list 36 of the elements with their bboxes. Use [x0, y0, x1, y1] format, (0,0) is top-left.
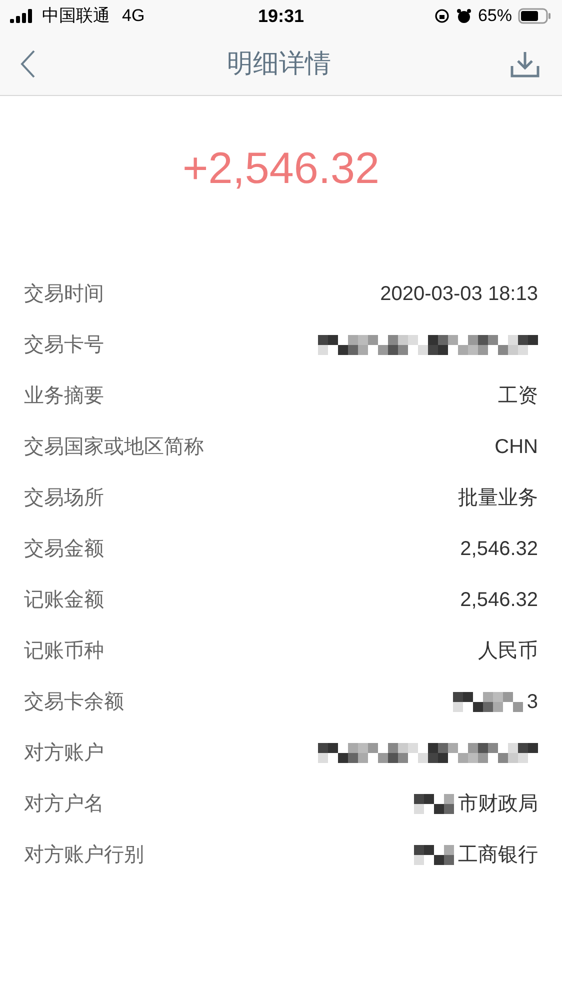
- amount-value: +2,546.32: [182, 143, 380, 195]
- field-value: 2020-03-03 18:13: [380, 282, 538, 306]
- field-value: 批量业务: [458, 486, 538, 510]
- field-label: 业务摘要: [24, 384, 104, 408]
- download-icon: [510, 50, 540, 78]
- battery-icon: [518, 8, 552, 24]
- field-label: 对方账户行别: [24, 842, 144, 868]
- mosaic-drawing: [414, 794, 454, 814]
- mosaic-drawing: [452, 692, 523, 712]
- field-label: 记账金额: [24, 588, 104, 612]
- network-label: 4G: [122, 5, 145, 28]
- field-label: 对方账户: [24, 740, 104, 766]
- field-label: 对方户名: [24, 792, 104, 816]
- field-label: 交易卡余额: [24, 690, 124, 714]
- field-value: 工商银行: [458, 842, 538, 868]
- page-title: 明细详情: [227, 47, 331, 80]
- field-value: 人民币: [478, 638, 538, 664]
- field-label: 交易时间: [24, 282, 104, 306]
- field-label: 交易卡号: [24, 332, 104, 358]
- field-label: 记账币种: [24, 638, 104, 664]
- field-value: CHN: [494, 434, 538, 460]
- field-label: 交易金额: [24, 536, 104, 562]
- field-value: 工资: [498, 384, 538, 408]
- battery-percent: 65%: [478, 5, 512, 28]
- chevron-left-icon: [20, 48, 36, 78]
- mosaic-drawing: [414, 844, 454, 864]
- field-label: 交易场所: [24, 486, 104, 510]
- alarm-icon: [456, 8, 472, 24]
- carrier-label: 中国联通: [42, 5, 110, 28]
- rotation-lock-icon: [434, 8, 450, 24]
- clock-time: 19:31: [258, 4, 304, 28]
- field-value: 2,546.32: [460, 536, 538, 562]
- field-label: 交易国家或地区简称: [24, 434, 204, 460]
- field-value: 市财政局: [458, 792, 538, 816]
- field-value: 3: [526, 690, 538, 714]
- field-value: 2,546.32: [460, 588, 538, 612]
